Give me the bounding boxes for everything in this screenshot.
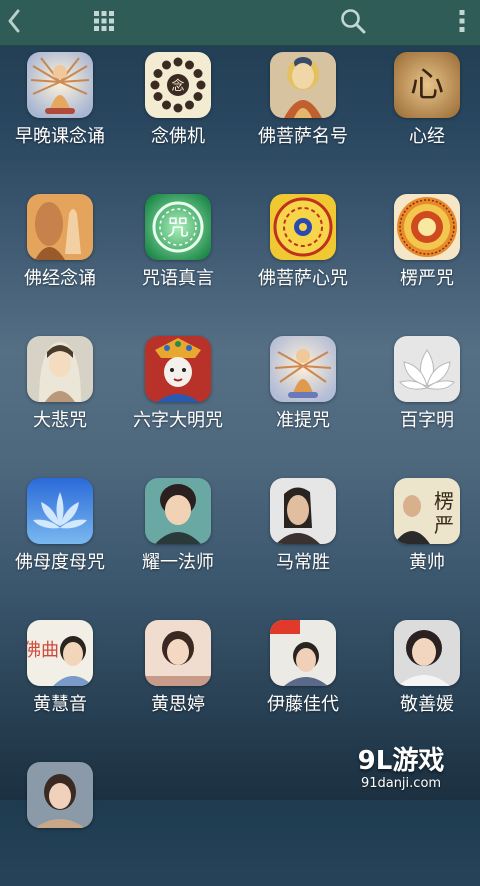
app-label: 佛经念诵 — [24, 268, 96, 289]
app-label: 准提咒 — [276, 410, 330, 431]
buddha-portrait-icon — [270, 52, 336, 118]
app-label: 黄慧音 — [33, 694, 87, 715]
guanyin-portrait-icon — [27, 336, 93, 402]
app-label: 伊藤佳代 — [267, 694, 339, 715]
tibetan-mandala-icon — [270, 194, 336, 260]
app-item-master-yaoyi[interactable]: 耀一法师 — [118, 472, 238, 602]
app-item-great-compassion-mantra[interactable]: 大悲咒 — [0, 330, 120, 460]
app-label: 楞严咒 — [400, 268, 454, 289]
more-vertical-icon — [458, 9, 466, 37]
app-label: 心经 — [409, 126, 445, 147]
app-item-jing-shanyuan[interactable]: 敬善媛 — [367, 614, 480, 744]
app-item-ma-changsheng[interactable]: 马常胜 — [243, 472, 363, 602]
svg-text:严: 严 — [434, 513, 454, 537]
calligraphy-portrait-icon: 楞 严 — [394, 478, 460, 544]
app-label: 念佛机 — [151, 126, 205, 147]
app-item-cundi-mantra[interactable]: 准提咒 — [243, 330, 363, 460]
app-item-hundred-syllable-mantra[interactable]: 百字明 — [367, 330, 480, 460]
album-cover-icon: 佛曲 — [27, 620, 93, 686]
app-item-buddha-bodhisattva-names[interactable]: 佛菩萨名号 — [243, 46, 363, 176]
green-mantra-icon: 咒 — [145, 194, 211, 260]
app-label: 早晚课念诵 — [15, 126, 105, 147]
back-button[interactable] — [0, 0, 28, 46]
search-icon — [340, 8, 366, 38]
app-item-morning-evening-chant[interactable]: 早晚课念诵 — [0, 46, 120, 176]
svg-text:楞: 楞 — [434, 489, 454, 513]
praying-hands-icon — [27, 194, 93, 260]
svg-text:心: 心 — [410, 65, 444, 105]
portrait-woman-icon — [27, 762, 93, 828]
app-grid: 早晚课念诵 念 念佛机 佛菩萨名号 心 心经 佛经念诵 咒 咒语真言 佛菩萨心咒… — [0, 46, 480, 828]
app-item-heart-mantra[interactable]: 佛菩萨心咒 — [243, 188, 363, 318]
blue-lotus-icon — [27, 478, 93, 544]
tibetan-deity-icon — [145, 336, 211, 402]
app-item-huang-siting[interactable]: 黄思婷 — [118, 614, 238, 744]
grid-icon — [94, 11, 114, 35]
portrait-woman-icon — [394, 620, 460, 686]
app-item-partial[interactable] — [0, 756, 120, 886]
app-item-tara-mantra[interactable]: 佛母度母咒 — [0, 472, 120, 602]
chevron-left-icon — [7, 9, 21, 37]
app-item-huang-shuai[interactable]: 楞 严 黄帅 — [367, 472, 480, 602]
app-label: 耀一法师 — [142, 552, 214, 573]
portrait-singer-icon — [145, 478, 211, 544]
lotus-flower-icon — [394, 336, 460, 402]
app-label: 敬善媛 — [400, 694, 454, 715]
top-toolbar — [0, 0, 480, 46]
app-label: 佛母度母咒 — [15, 552, 105, 573]
app-label: 黄帅 — [409, 552, 445, 573]
app-label: 佛菩萨名号 — [258, 126, 348, 147]
app-label: 大悲咒 — [33, 410, 87, 431]
app-item-heart-sutra[interactable]: 心 心经 — [367, 46, 480, 176]
svg-text:佛曲: 佛曲 — [27, 640, 59, 661]
app-item-six-syllable-mantra[interactable]: 六字大明咒 — [118, 330, 238, 460]
cundi-bodhisattva-icon — [270, 336, 336, 402]
svg-text:咒: 咒 — [167, 216, 189, 241]
overflow-menu-button[interactable] — [448, 0, 476, 46]
app-label: 马常胜 — [276, 552, 330, 573]
grid-view-button[interactable] — [90, 0, 118, 46]
heart-calligraphy-icon: 心 — [394, 52, 460, 118]
app-item-ito-kayo[interactable]: 伊藤佳代 — [243, 614, 363, 744]
album-cover-icon — [145, 620, 211, 686]
album-cover-icon — [270, 620, 336, 686]
app-label: 黄思婷 — [151, 694, 205, 715]
app-label: 佛菩萨心咒 — [258, 268, 348, 289]
prayer-beads-icon: 念 — [145, 52, 211, 118]
mandala-icon — [394, 194, 460, 260]
avalokiteshvara-thousand-arms-icon — [27, 52, 93, 118]
svg-text:念: 念 — [171, 78, 184, 94]
portrait-man-icon — [270, 478, 336, 544]
search-button[interactable] — [336, 0, 370, 46]
app-item-huang-huiyin[interactable]: 佛曲 黄慧音 — [0, 614, 120, 744]
app-label: 百字明 — [400, 410, 454, 431]
app-item-buddha-chant-machine[interactable]: 念 念佛机 — [118, 46, 238, 176]
app-item-mantra[interactable]: 咒 咒语真言 — [118, 188, 238, 318]
app-label: 六字大明咒 — [133, 410, 223, 431]
app-label: 咒语真言 — [142, 268, 214, 289]
app-item-sutra-chant[interactable]: 佛经念诵 — [0, 188, 120, 318]
app-item-shurangama-mantra[interactable]: 楞严咒 — [367, 188, 480, 318]
